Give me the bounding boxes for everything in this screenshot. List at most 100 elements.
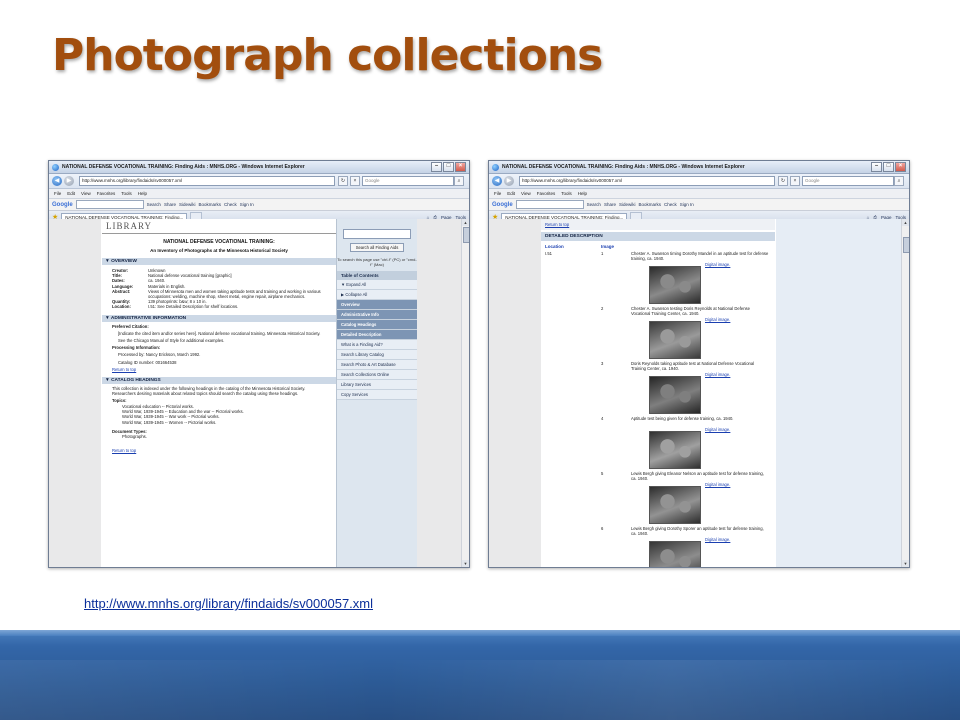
address-field[interactable]: http://www.mnhs.org/library/findaids/sv0… — [79, 176, 335, 186]
search-icon[interactable]: ⌕ — [894, 176, 904, 186]
scrollbar[interactable]: ▲ ▼ — [901, 219, 909, 567]
digital-image-link[interactable]: Digital image. — [705, 537, 730, 542]
image-row: 2 Chester A. Swanson testing Doris Reynol… — [541, 304, 775, 359]
toc-item[interactable]: ▼ Expand All — [337, 280, 417, 290]
scroll-down-icon[interactable]: ▼ — [462, 560, 469, 567]
menu-file[interactable]: File — [494, 191, 501, 196]
minimize-button[interactable]: – — [431, 162, 442, 172]
admin-heading[interactable]: ▼ ADMINISTRATIVE INFORMATION — [102, 314, 336, 322]
toc-item[interactable]: Overview — [337, 300, 417, 310]
menu-bar: File Edit View Favorites Tools Help — [489, 189, 909, 199]
overview-list: Creator: Unknown Title: National defense vo… — [112, 268, 336, 310]
toc-item[interactable]: Catalog Headings — [337, 320, 417, 330]
finding-aid-sidebar: Search all Finding Aids To search this p… — [336, 219, 417, 567]
photo-thumbnail[interactable] — [649, 486, 701, 524]
toc-item[interactable]: Administrative Info — [337, 310, 417, 320]
title-bar: NATIONAL DEFENSE VOCATIONAL TRAINING: Fi… — [49, 161, 469, 174]
search-finding-aids-button[interactable]: Search all Finding Aids — [350, 243, 404, 252]
close-button[interactable]: × — [895, 162, 906, 172]
toc-item[interactable]: ▶ Collapse All — [337, 290, 417, 300]
menu-file[interactable]: File — [54, 191, 61, 196]
digital-image-link[interactable]: Digital image. — [705, 427, 730, 432]
toolbar-bookmarks[interactable]: Bookmarks — [198, 202, 221, 207]
close-button[interactable]: × — [455, 162, 466, 172]
toc-item[interactable]: Search Library Catalog — [337, 350, 417, 360]
toolbar-sign-in[interactable]: Sign In — [240, 202, 254, 207]
menu-edit[interactable]: Edit — [507, 191, 515, 196]
toc-item[interactable]: What is a Finding Aid? — [337, 340, 417, 350]
toc-item[interactable]: Search Collections Online — [337, 370, 417, 380]
photo-thumbnail[interactable] — [649, 266, 701, 304]
refresh-icon[interactable]: ↻ — [338, 176, 348, 186]
maximize-button[interactable]: □ — [443, 162, 454, 172]
digital-image-link[interactable]: Digital image. — [705, 262, 730, 267]
refresh-icon[interactable]: ↻ — [778, 176, 788, 186]
photo-thumbnail[interactable] — [649, 431, 701, 469]
toc-item[interactable]: Copy Services — [337, 390, 417, 400]
scrollbar[interactable]: ▲ ▼ — [461, 219, 469, 567]
topic-item: World War, 1939-1945 -- Women -- Pictori… — [122, 419, 217, 425]
google-search-field[interactable] — [75, 200, 144, 209]
toolbar-share[interactable]: Share — [604, 202, 616, 207]
menu-view[interactable]: View — [81, 191, 91, 196]
stop-icon[interactable]: × — [790, 176, 800, 186]
toolbar-sidewiki[interactable]: Sidewiki — [179, 202, 196, 207]
toolbar-share[interactable]: Share — [164, 202, 176, 207]
overview-heading[interactable]: ▼ OVERVIEW — [102, 258, 336, 265]
digital-image-link[interactable]: Digital image. — [705, 317, 730, 322]
catalog-heading[interactable]: ▼ CATALOG HEADINGS — [102, 377, 336, 385]
menu-view[interactable]: View — [521, 191, 531, 196]
search-input[interactable]: Google — [362, 176, 454, 186]
stop-icon[interactable]: × — [350, 176, 360, 186]
browser-window-detailed: NATIONAL DEFENSE VOCATIONAL TRAINING: Fi… — [488, 160, 910, 568]
photo-thumbnail[interactable] — [649, 376, 701, 414]
toolbar-bookmarks[interactable]: Bookmarks — [638, 202, 661, 207]
back-icon[interactable]: ◀ — [52, 176, 62, 186]
topics-list: Vocational education -- Pictorial works.… — [102, 404, 336, 426]
toolbar-sidewiki[interactable]: Sidewiki — [619, 202, 636, 207]
overview-key: Abstract: — [112, 288, 131, 294]
return-to-top-link-2[interactable]: Return to top — [112, 448, 336, 453]
scroll-up-icon[interactable]: ▲ — [902, 219, 909, 226]
scroll-thumb[interactable] — [903, 237, 909, 253]
search-icon[interactable]: ⌕ — [454, 176, 464, 186]
forward-icon[interactable]: ▶ — [504, 176, 514, 186]
toolbar-check[interactable]: Check — [224, 202, 237, 207]
toolbar-search[interactable]: Search — [147, 202, 161, 207]
citation-note: See the Chicago Manual of Style for addi… — [118, 338, 225, 344]
toc-item[interactable]: Search Photo & Art Database — [337, 360, 417, 370]
maximize-button[interactable]: □ — [883, 162, 894, 172]
toc-item[interactable]: Detailed Description — [337, 330, 417, 340]
scroll-up-icon[interactable]: ▲ — [462, 219, 469, 226]
digital-image-link[interactable]: Digital image. — [705, 372, 730, 377]
menu-favorites[interactable]: Favorites — [97, 191, 116, 196]
menu-favorites[interactable]: Favorites — [537, 191, 556, 196]
finding-aid-search-input[interactable] — [343, 229, 411, 239]
address-bar: ◀ ▶ http://www.mnhs.org/library/findaids… — [49, 174, 469, 189]
search-input[interactable]: Google — [802, 176, 894, 186]
minimize-button[interactable]: – — [871, 162, 882, 172]
menu-tools[interactable]: Tools — [561, 191, 572, 196]
toolbar-search[interactable]: Search — [587, 202, 601, 207]
menu-help[interactable]: Help — [578, 191, 587, 196]
return-to-top-link[interactable]: Return to top — [541, 219, 775, 230]
toolbar-sign-in[interactable]: Sign In — [680, 202, 694, 207]
menu-help[interactable]: Help — [138, 191, 147, 196]
toc-item[interactable]: Library Services — [337, 380, 417, 390]
digital-image-link[interactable]: Digital image. — [705, 482, 730, 487]
menu-tools[interactable]: Tools — [121, 191, 132, 196]
photo-thumbnail[interactable] — [649, 321, 701, 359]
ie-icon — [492, 163, 499, 171]
finding-aid-url-link[interactable]: http://www.mnhs.org/library/findaids/sv0… — [84, 596, 373, 611]
google-search-field[interactable] — [515, 200, 584, 209]
address-field[interactable]: http://www.mnhs.org/library/findaids/sv0… — [519, 176, 775, 186]
forward-icon[interactable]: ▶ — [64, 176, 74, 186]
return-to-top-link[interactable]: Return to top — [112, 367, 336, 372]
toolbar-check[interactable]: Check — [664, 202, 677, 207]
window-title: NATIONAL DEFENSE VOCATIONAL TRAINING: Fi… — [62, 164, 305, 170]
back-icon[interactable]: ◀ — [492, 176, 502, 186]
scroll-thumb[interactable] — [463, 227, 469, 243]
photo-thumbnail[interactable] — [649, 541, 701, 567]
menu-edit[interactable]: Edit — [67, 191, 75, 196]
scroll-down-icon[interactable]: ▼ — [902, 560, 909, 567]
